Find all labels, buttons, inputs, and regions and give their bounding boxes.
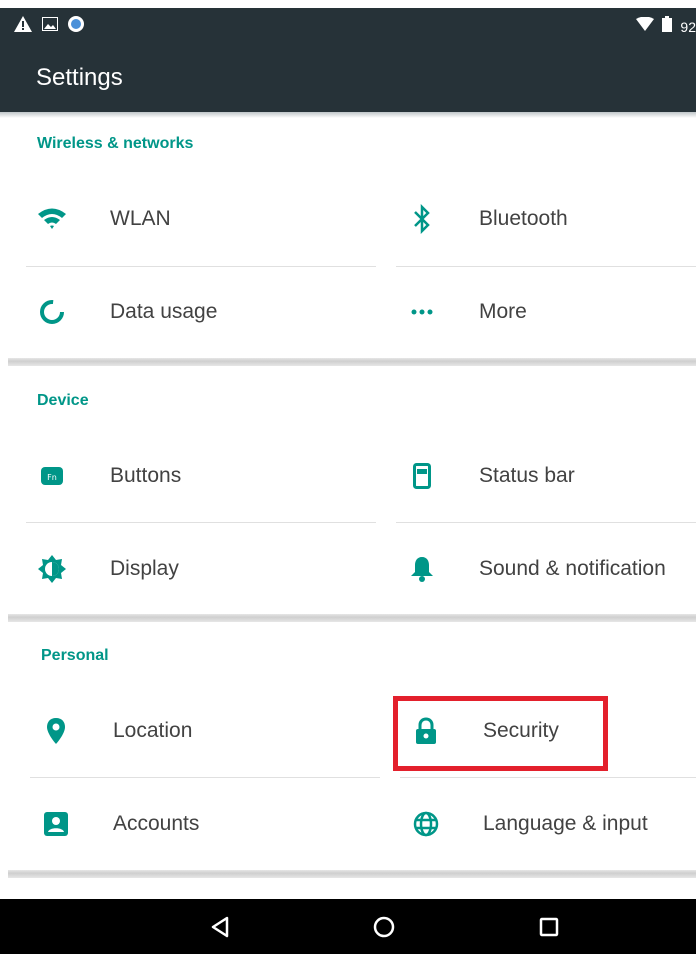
wifi-icon [36,203,68,235]
status-bar: 92 [0,8,696,42]
fn-button-icon: Fn [36,460,68,492]
app-bar-shadow [0,112,696,118]
settings-item-location[interactable]: Location [40,687,380,777]
settings-item-label: Data usage [110,300,218,323]
app-bar: Settings [0,42,696,112]
settings-item-data-usage[interactable]: Data usage [36,268,376,358]
page-title: Settings [36,64,123,91]
wifi-icon [636,16,655,36]
settings-item-label: Location [113,719,193,742]
section-separator [8,870,696,878]
globe-icon [410,808,442,840]
section-header-device: Device [37,392,89,409]
svg-text:Fn: Fn [47,473,57,482]
section-header-wireless: Wireless & networks [37,135,194,152]
navigation-bar [0,899,696,954]
divider [26,266,376,267]
warning-icon [14,16,32,37]
settings-item-label: Language & input [483,812,648,835]
settings-item-wlan[interactable]: WLAN [36,175,376,265]
settings-item-language-input[interactable]: Language & input [410,780,696,870]
section-separator [8,614,696,622]
back-icon[interactable] [204,911,236,943]
security-highlight-box [393,696,608,771]
recents-icon[interactable] [533,911,565,943]
data-usage-icon [36,296,68,328]
section-header-personal: Personal [41,647,109,664]
battery-percent: 92 [680,18,696,35]
settings-item-buttons[interactable]: Fn Buttons [36,432,376,522]
settings-item-label: WLAN [110,207,171,230]
divider [396,266,696,267]
settings-item-label: Sound & notification [479,557,666,580]
settings-item-label: Bluetooth [479,207,568,230]
settings-item-sound-notification[interactable]: Sound & notification [406,525,696,615]
image-icon [42,17,58,36]
settings-item-bluetooth[interactable]: Bluetooth [406,175,696,265]
section-separator [8,358,696,366]
settings-item-more[interactable]: More [406,268,696,358]
settings-item-display[interactable]: Display [36,525,376,615]
home-icon[interactable] [368,911,400,943]
status-bar-icon [406,460,438,492]
settings-item-accounts[interactable]: Accounts [40,780,380,870]
settings-item-status-bar[interactable]: Status bar [406,432,696,522]
bluetooth-icon [406,203,438,235]
settings-item-label: Buttons [110,464,182,487]
settings-item-label: Accounts [113,812,200,835]
settings-item-label: More [479,300,527,323]
brightness-icon [36,553,68,585]
divider [26,522,376,523]
location-pin-icon [40,715,72,747]
battery-icon [662,16,673,37]
settings-item-label: Status bar [479,464,575,487]
divider [400,777,696,778]
bell-icon [406,553,438,585]
app-icon [68,16,84,37]
settings-item-label: Display [110,557,179,580]
divider [396,522,696,523]
more-icon [406,296,438,328]
account-box-icon [40,808,72,840]
divider [30,777,380,778]
